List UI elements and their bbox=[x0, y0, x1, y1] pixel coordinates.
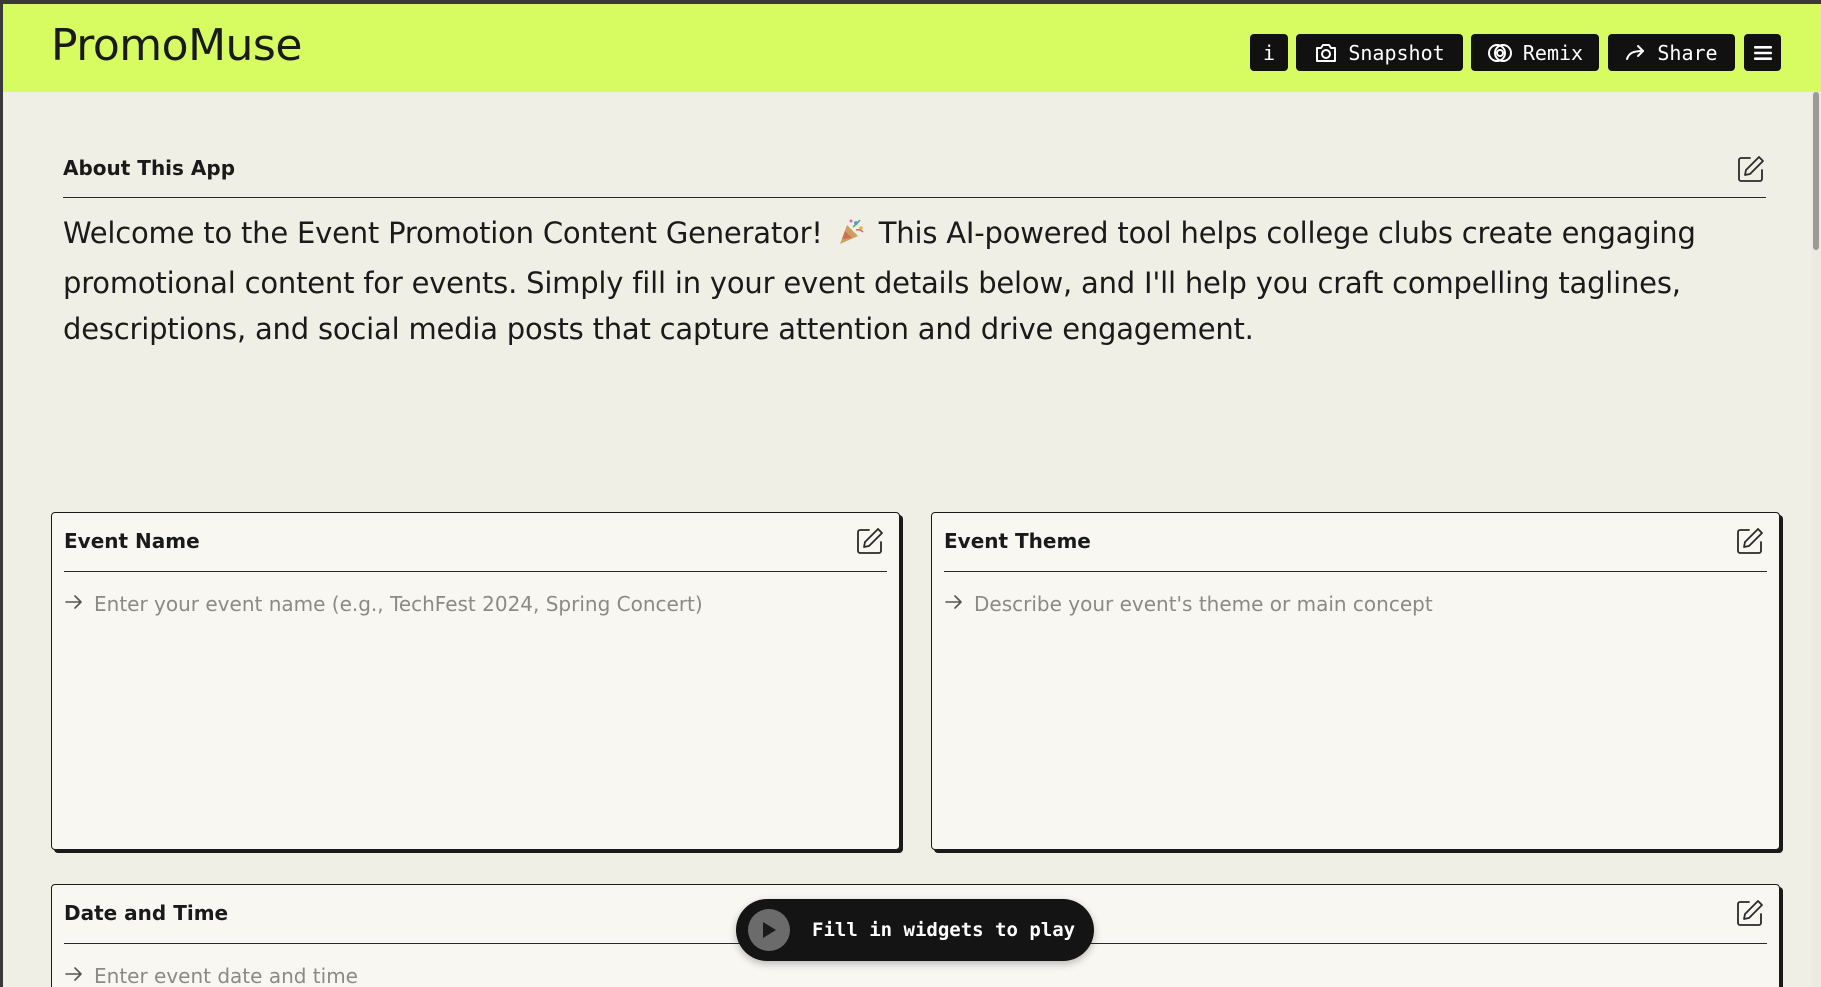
event-theme-header: Event Theme bbox=[944, 513, 1767, 572]
arrow-right-icon bbox=[64, 594, 84, 614]
event-theme-input[interactable] bbox=[974, 592, 1767, 616]
scrollbar-thumb[interactable] bbox=[1813, 92, 1819, 250]
info-button[interactable]: i bbox=[1250, 34, 1288, 71]
date-time-label: Date and Time bbox=[64, 901, 229, 925]
snapshot-button[interactable]: Snapshot bbox=[1296, 34, 1463, 71]
snapshot-label: Snapshot bbox=[1348, 40, 1445, 65]
arrow-right-icon bbox=[944, 594, 964, 614]
play-button[interactable]: Fill in widgets to play bbox=[736, 899, 1094, 961]
play-icon bbox=[748, 909, 790, 951]
hamburger-icon bbox=[1753, 45, 1772, 61]
arrow-right-icon bbox=[64, 966, 84, 986]
event-theme-label: Event Theme bbox=[944, 529, 1091, 553]
edit-icon[interactable] bbox=[1735, 526, 1765, 560]
edit-icon[interactable] bbox=[1736, 154, 1766, 188]
about-text-intro: Welcome to the Event Promotion Content G… bbox=[63, 216, 823, 250]
app-title: PromoMuse bbox=[51, 20, 302, 71]
party-popper-icon bbox=[836, 214, 866, 260]
event-name-input-row bbox=[64, 589, 887, 619]
edit-icon[interactable] bbox=[855, 526, 885, 560]
share-button[interactable]: Share bbox=[1608, 34, 1735, 71]
app-header: PromoMuse i Snapshot Remix Share bbox=[3, 4, 1821, 92]
remix-label: Remix bbox=[1522, 40, 1584, 65]
remix-icon bbox=[1487, 42, 1513, 64]
about-title: About This App bbox=[63, 156, 236, 180]
about-description: Welcome to the Event Promotion Content G… bbox=[63, 210, 1763, 352]
window-left-border bbox=[0, 0, 3, 987]
remix-button[interactable]: Remix bbox=[1471, 34, 1599, 71]
event-name-widget: Event Name bbox=[51, 512, 900, 850]
date-time-input-row bbox=[64, 961, 1767, 987]
about-header: About This App bbox=[63, 148, 1766, 198]
date-time-input[interactable] bbox=[94, 964, 1767, 987]
play-label: Fill in widgets to play bbox=[812, 919, 1076, 941]
event-theme-widget: Event Theme bbox=[931, 512, 1780, 850]
camera-icon bbox=[1314, 42, 1338, 64]
info-label: i bbox=[1262, 40, 1276, 65]
event-theme-input-row bbox=[944, 589, 1767, 619]
menu-button[interactable] bbox=[1744, 34, 1781, 71]
arrow-right-icon bbox=[1625, 44, 1647, 62]
event-name-label: Event Name bbox=[64, 529, 200, 553]
event-name-header: Event Name bbox=[64, 513, 887, 572]
event-name-input[interactable] bbox=[94, 592, 887, 616]
edit-icon[interactable] bbox=[1735, 898, 1765, 932]
share-label: Share bbox=[1657, 40, 1718, 65]
